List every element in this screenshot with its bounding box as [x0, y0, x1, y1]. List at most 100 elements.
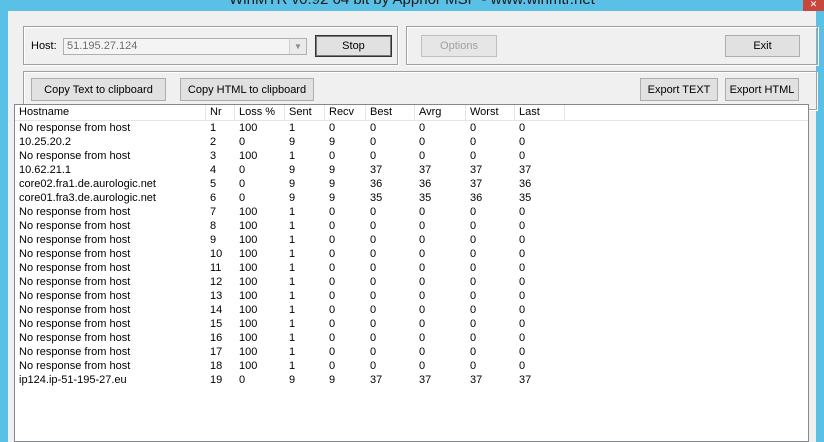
chevron-down-icon[interactable]: ▼ [289, 39, 306, 54]
column-header-loss[interactable]: Loss % [235, 105, 285, 120]
cell-last: 0 [519, 122, 526, 134]
table-row[interactable]: No response from host 7 100 1 0 0 0 0 0 [15, 205, 808, 219]
cell-loss: 100 [239, 262, 258, 274]
cell-avrg: 0 [419, 122, 426, 134]
table-row[interactable]: No response from host 10 100 1 0 0 0 0 0 [15, 247, 808, 261]
cell-sent: 1 [289, 150, 296, 162]
column-header-avrg[interactable]: Avrg [415, 105, 466, 120]
stop-button[interactable]: Stop [315, 35, 392, 57]
cell-avrg: 0 [419, 206, 426, 218]
table-row[interactable]: No response from host 12 100 1 0 0 0 0 0 [15, 275, 808, 289]
cell-last: 0 [519, 220, 526, 232]
table-row[interactable]: No response from host 9 100 1 0 0 0 0 0 [15, 233, 808, 247]
cell-best: 0 [370, 206, 377, 218]
cell-recv: 0 [329, 276, 336, 288]
cell-last: 37 [519, 374, 532, 386]
cell-hostname: No response from host [19, 206, 131, 218]
cell-sent: 1 [289, 248, 296, 260]
cell-loss: 100 [239, 318, 258, 330]
cell-loss: 100 [239, 234, 258, 246]
table-row[interactable]: No response from host 15 100 1 0 0 0 0 0 [15, 317, 808, 331]
cell-recv: 9 [329, 136, 336, 148]
cell-avrg: 36 [419, 178, 432, 190]
cell-loss: 0 [239, 374, 246, 386]
table-row[interactable]: 10.25.20.2 2 0 9 9 0 0 0 0 [15, 135, 808, 149]
table-row[interactable]: ip124.ip-51-195-27.eu 19 0 9 9 37 37 37 37 [15, 373, 808, 387]
host-combobox[interactable]: 51.195.27.124 ▼ [63, 38, 307, 55]
results-list[interactable]: Hostname Nr Loss % Sent Recv Best Avrg W… [14, 104, 809, 442]
cell-hostname: No response from host [19, 248, 131, 260]
cell-avrg: 0 [419, 220, 426, 232]
cell-recv: 0 [329, 122, 336, 134]
cell-last: 37 [519, 164, 532, 176]
cell-hostname: No response from host [19, 122, 131, 134]
cell-recv: 9 [329, 374, 336, 386]
cell-last: 0 [519, 290, 526, 302]
cell-hostname: No response from host [19, 276, 131, 288]
cell-worst: 0 [470, 248, 477, 260]
cell-hostname: No response from host [19, 234, 131, 246]
host-label: Host: [31, 40, 57, 52]
cell-loss: 0 [239, 136, 246, 148]
table-row[interactable]: No response from host 17 100 1 0 0 0 0 0 [15, 345, 808, 359]
cell-recv: 0 [329, 150, 336, 162]
cell-sent: 9 [289, 178, 296, 190]
cell-avrg: 0 [419, 262, 426, 274]
column-header-worst[interactable]: Worst [466, 105, 515, 120]
column-header-best[interactable]: Best [366, 105, 415, 120]
table-row[interactable]: core02.fra1.de.aurologic.net 5 0 9 9 36 36 37 36 [15, 177, 808, 191]
table-row[interactable]: No response from host 18 100 1 0 0 0 0 0 [15, 359, 808, 373]
column-header-hostname[interactable]: Hostname [15, 105, 206, 120]
table-row[interactable]: No response from host 11 100 1 0 0 0 0 0 [15, 261, 808, 275]
cell-last: 0 [519, 234, 526, 246]
cell-avrg: 0 [419, 136, 426, 148]
cell-sent: 1 [289, 304, 296, 316]
table-row[interactable]: No response from host 13 100 1 0 0 0 0 0 [15, 289, 808, 303]
cell-worst: 0 [470, 206, 477, 218]
cell-avrg: 0 [419, 304, 426, 316]
table-row[interactable]: No response from host 8 100 1 0 0 0 0 0 [15, 219, 808, 233]
copy-text-button[interactable]: Copy Text to clipboard [31, 78, 166, 101]
cell-loss: 100 [239, 290, 258, 302]
cell-last: 0 [519, 346, 526, 358]
table-row[interactable]: No response from host 16 100 1 0 0 0 0 0 [15, 331, 808, 345]
copy-html-button[interactable]: Copy HTML to clipboard [180, 78, 314, 101]
cell-avrg: 0 [419, 346, 426, 358]
column-header-last[interactable]: Last [515, 105, 565, 120]
cell-hostname: No response from host [19, 346, 131, 358]
cell-sent: 1 [289, 318, 296, 330]
exit-button[interactable]: Exit [725, 35, 800, 57]
cell-avrg: 0 [419, 234, 426, 246]
cell-sent: 9 [289, 374, 296, 386]
close-icon[interactable]: ✕ [803, 0, 824, 11]
cell-best: 0 [370, 332, 377, 344]
cell-recv: 0 [329, 346, 336, 358]
table-row[interactable]: No response from host 1 100 1 0 0 0 0 0 [15, 121, 808, 135]
cell-avrg: 35 [419, 192, 432, 204]
cell-best: 0 [370, 234, 377, 246]
column-header-recv[interactable]: Recv [325, 105, 366, 120]
cell-worst: 0 [470, 150, 477, 162]
cell-hostname: No response from host [19, 150, 131, 162]
cell-best: 37 [370, 374, 383, 386]
cell-sent: 1 [289, 332, 296, 344]
cell-avrg: 0 [419, 248, 426, 260]
cell-worst: 0 [470, 262, 477, 274]
cell-last: 0 [519, 332, 526, 344]
options-button[interactable]: Options [421, 35, 497, 57]
export-html-button[interactable]: Export HTML [725, 78, 799, 101]
cell-recv: 0 [329, 304, 336, 316]
column-header-sent[interactable]: Sent [285, 105, 325, 120]
cell-loss: 0 [239, 192, 246, 204]
cell-loss: 0 [239, 178, 246, 190]
cell-best: 0 [370, 276, 377, 288]
export-text-button[interactable]: Export TEXT [640, 78, 718, 101]
table-row[interactable]: No response from host 14 100 1 0 0 0 0 0 [15, 303, 808, 317]
cell-best: 0 [370, 304, 377, 316]
table-row[interactable]: 10.62.21.1 4 0 9 9 37 37 37 37 [15, 163, 808, 177]
column-header-nr[interactable]: Nr [206, 105, 235, 120]
table-row[interactable]: core01.fra3.de.aurologic.net 6 0 9 9 35 35 36 35 [15, 191, 808, 205]
cell-loss: 100 [239, 206, 258, 218]
cell-sent: 9 [289, 192, 296, 204]
table-row[interactable]: No response from host 3 100 1 0 0 0 0 0 [15, 149, 808, 163]
